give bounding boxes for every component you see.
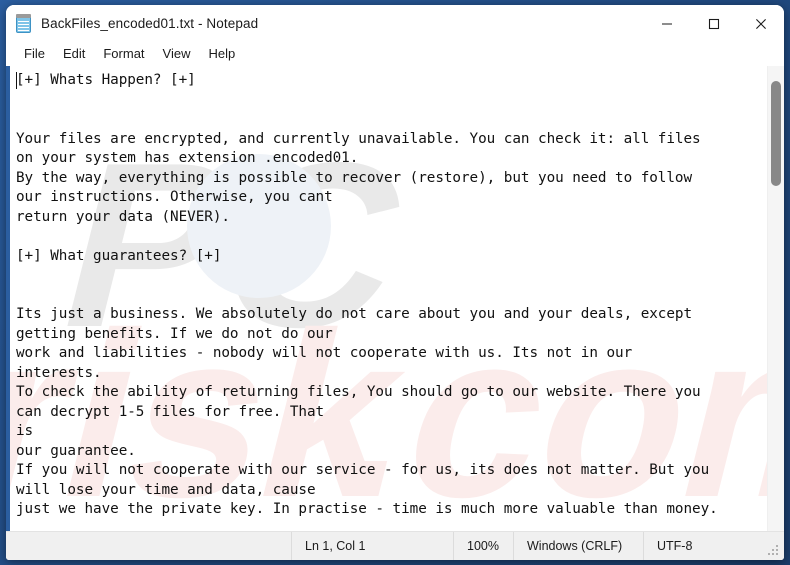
status-bar-spacer [6, 532, 291, 560]
menu-item-edit[interactable]: Edit [54, 44, 94, 64]
menu-item-file[interactable]: File [15, 44, 54, 64]
status-bar: Ln 1, Col 1 100% Windows (CRLF) UTF-8 [6, 531, 784, 560]
status-cursor-position[interactable]: Ln 1, Col 1 [291, 532, 453, 560]
menu-item-format[interactable]: Format [94, 44, 153, 64]
maximize-button[interactable] [690, 5, 737, 42]
text-content[interactable]: [+] Whats Happen? [+] Your files are enc… [10, 66, 757, 531]
menu-item-view[interactable]: View [154, 44, 200, 64]
menu-bar: File Edit Format View Help [6, 42, 784, 66]
window-title: BackFiles_encoded01.txt - Notepad [41, 16, 259, 31]
close-button[interactable] [737, 5, 784, 42]
maximize-icon [708, 18, 719, 29]
title-bar[interactable]: BackFiles_encoded01.txt - Notepad [6, 5, 784, 42]
desktop-background: BackFiles_encoded01.txt - Notepad File E… [0, 0, 790, 565]
editor-area: PC risk .com [+] Whats Happen? [+] Your … [6, 66, 784, 531]
status-zoom-level[interactable]: 100% [453, 532, 513, 560]
resize-grip-icon[interactable] [768, 545, 780, 557]
minimize-button[interactable] [643, 5, 690, 42]
notepad-window: BackFiles_encoded01.txt - Notepad File E… [6, 5, 784, 560]
status-line-ending[interactable]: Windows (CRLF) [513, 532, 643, 560]
close-icon [755, 18, 766, 29]
minimize-icon [661, 22, 672, 25]
window-controls [643, 5, 784, 42]
vertical-scrollbar[interactable] [767, 66, 784, 531]
status-encoding[interactable]: UTF-8 [643, 532, 784, 560]
menu-item-help[interactable]: Help [199, 44, 244, 64]
notepad-icon [15, 14, 32, 33]
scrollbar-thumb[interactable] [771, 81, 781, 186]
text-caret [16, 72, 17, 89]
